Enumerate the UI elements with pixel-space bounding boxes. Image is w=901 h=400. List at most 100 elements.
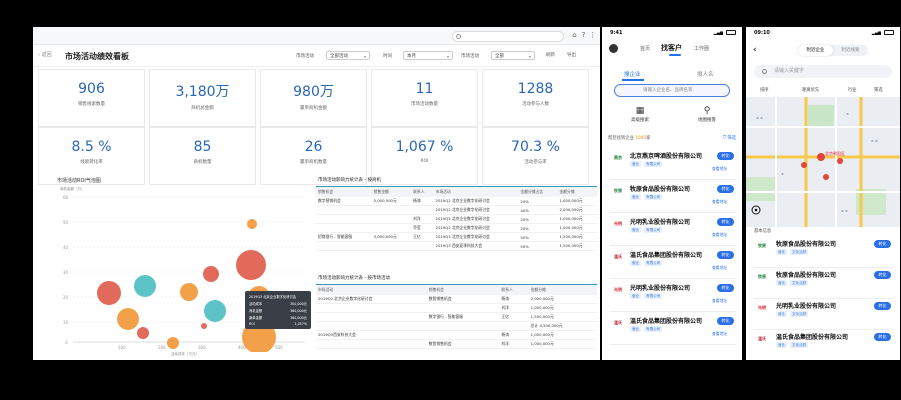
tab-find-customers[interactable]: 找客户	[661, 43, 682, 53]
bubble[interactable]	[117, 308, 139, 330]
tab-work-circle[interactable]: 工作圈	[694, 45, 709, 52]
list-item[interactable]: 光明 光明乳业股份有限公司 营业 有限公司 转化 查看地址	[602, 280, 742, 312]
convert-button[interactable]: 转化	[717, 317, 734, 325]
kpi-card: 3,180万 商机总金额	[149, 69, 256, 127]
refresh-button[interactable]: 刷新	[546, 52, 555, 58]
kpi-value: 70.3 %	[511, 139, 560, 155]
company-name: 光明乳业股份有限公司	[776, 303, 837, 310]
bubble[interactable]	[203, 266, 219, 282]
more-icon[interactable]: ⋮	[588, 31, 597, 40]
list-item[interactable]: 温氏 温氏食品集团股份有限公司 营业 有限公司 转化 查看地址	[602, 313, 742, 345]
company-logo: 牧原	[758, 274, 766, 279]
help-icon[interactable]: ?	[579, 31, 588, 40]
tab-nearby-leads[interactable]: 附近线索	[833, 45, 868, 56]
export-button[interactable]: 导出	[567, 52, 576, 58]
bubble[interactable]	[167, 337, 179, 349]
time-select[interactable]: 本月 ▾	[403, 51, 453, 60]
list-item[interactable]: 燕京 北京燕京啤酒股份有限公司 营业 有限公司 转化 查看地址	[602, 148, 742, 180]
svg-text:40: 40	[63, 245, 69, 250]
convert-button[interactable]: 转化	[717, 152, 734, 160]
table-row[interactable]: 刘洋 1,000,000元	[316, 303, 597, 313]
convert-button[interactable]: 转化	[717, 284, 734, 292]
list-item[interactable]: 牧原 牧原食品股份有限公司 营业 文化活跃 转化	[746, 236, 900, 268]
activity-select-2[interactable]: 全部 ▾	[491, 51, 535, 60]
home-icon[interactable]: ⌂	[570, 31, 579, 40]
view-address-link[interactable]: 查看地址	[712, 331, 727, 337]
convert-button[interactable]: 转化	[874, 271, 891, 279]
search-icon	[456, 34, 461, 39]
bubble[interactable]	[247, 219, 257, 229]
global-search-input[interactable]	[452, 31, 564, 42]
table-row[interactable]: 数字银行 - 智能客服 王亿 1,500,000元	[316, 312, 597, 322]
location-pin[interactable]	[817, 153, 825, 161]
bubble[interactable]	[97, 281, 121, 305]
list-item[interactable]: 光明 光明乳业股份有限公司 营业 有限公司 转化 查看地址	[602, 214, 742, 246]
tab-nearby-companies[interactable]: 附近企业	[798, 45, 833, 56]
list-item[interactable]: 光明 光明乳业股份有限公司 营业 文化活跃 转化	[746, 298, 900, 330]
keyword-search-input[interactable]: 请输入关键字	[754, 65, 892, 78]
table-row[interactable]: 2019Q2 北京企业数字化研讨会 数智销售机会 杨涛 2,000,000元	[316, 295, 597, 304]
convert-button[interactable]: 转化	[717, 218, 734, 226]
advanced-search-button[interactable]: ▦ 高级搜索	[625, 105, 655, 123]
tooltip-row: 活动成本 300,000元	[249, 302, 307, 306]
company-search-input[interactable]: 请输入企业名、品牌名等	[614, 84, 730, 97]
convert-button[interactable]: 转化	[717, 251, 734, 259]
tab-search-company[interactable]: 搜企业	[624, 70, 641, 78]
location-pin[interactable]	[823, 174, 829, 180]
list-item[interactable]: 牧原 牧原食品股份有限公司 营业 文化活跃 转化	[746, 267, 900, 299]
list-item[interactable]: 温氏 温氏食品集团股份有限公司 营业 文化活跃 转化	[746, 329, 900, 360]
data-table: 市场活动 销售机会 联系人 金额分摊 2019Q2 北京企业数字化研讨会 数智销售…	[316, 285, 597, 349]
bubble[interactable]	[137, 327, 149, 339]
list-item[interactable]: 温氏 温氏食品集团股份有限公司 营业 有限公司 转化 查看地址	[602, 247, 742, 279]
convert-button[interactable]: 转化	[874, 240, 891, 248]
quick-actions: ▦ 高级搜索 ⚲ 地图搜客	[602, 105, 742, 129]
svg-text:20: 20	[63, 295, 69, 300]
table-row[interactable]: 招商银行 - 智能客服 3,000,000元 王亿 2019Q3 北京企业数字化研讨会…	[316, 232, 597, 242]
filter-button[interactable]: 筛选	[874, 87, 883, 93]
kpi-value: 26	[304, 139, 323, 155]
table-row[interactable]: 刘洋 2019Q2 北京企业数字化研讨会 20% 1,000,000元	[316, 214, 597, 224]
activity-select[interactable]: 全部活动 ▾	[326, 51, 370, 60]
bubble[interactable]	[180, 283, 198, 301]
svg-text:▪ ▪: ▪ ▪	[871, 138, 878, 143]
table-row[interactable]: 数字营销机会 5,000,000元 杨涛 2019Q2 北京企业数字化研讨会 20% 1,…	[316, 197, 597, 206]
bubble[interactable]	[204, 300, 226, 322]
tab-home[interactable]: 首页	[640, 45, 650, 52]
avatar[interactable]	[609, 44, 618, 53]
kpi-value: 3,180万	[175, 84, 230, 100]
company-logo: 燕京	[614, 155, 622, 160]
tab-search-person[interactable]: 搜人名	[697, 70, 714, 78]
table-row[interactable]: 2019Q3西安科技大会 杨涛 1,000,000元	[316, 330, 597, 340]
top-tabs: 首页 找客户 工作圈	[602, 43, 742, 57]
view-address-link[interactable]: 查看地址	[712, 298, 727, 304]
bubbles[interactable]	[97, 219, 276, 354]
back-button[interactable]: ‹ 返回	[38, 51, 52, 58]
industry-dropdown[interactable]: 行业	[848, 87, 857, 93]
location-pin[interactable]	[801, 162, 807, 168]
tag: 有限公司	[644, 194, 663, 200]
view-address-link[interactable]: 查看地址	[712, 199, 727, 205]
bubble[interactable]	[201, 323, 207, 329]
bubble[interactable]	[236, 250, 266, 280]
view-address-link[interactable]: 查看地址	[712, 166, 727, 172]
convert-button[interactable]: 转化	[874, 333, 891, 341]
bubble[interactable]	[134, 275, 156, 297]
view-address-link[interactable]: 查看地址	[712, 265, 727, 271]
distance-dropdown[interactable]: 距离优先	[802, 87, 819, 93]
view-address-link[interactable]: 查看地址	[712, 232, 727, 238]
svg-text:60: 60	[63, 195, 69, 200]
list-item[interactable]: 牧原 牧原食品股份有限公司 营业 有限公司 转化 查看地址	[602, 181, 742, 213]
map-search-button[interactable]: ⚲ 地图搜客	[692, 105, 722, 123]
back-icon[interactable]: ‹	[753, 45, 757, 55]
table-row[interactable]: 总计 4,500,000元	[316, 321, 597, 331]
location-pin[interactable]	[837, 158, 843, 164]
table-row[interactable]: 2019Q3 西安夏季科技大会 50% 1,500,000元	[316, 241, 597, 251]
table-row[interactable]: 2019Q2 北京企业数字化研讨会 40% 2,000,000元	[316, 205, 597, 215]
table-row[interactable]: 数智销售机会 刘洋 1,000,000元	[316, 339, 597, 349]
sort-dropdown[interactable]: 排序	[760, 87, 769, 93]
convert-button[interactable]: 转化	[874, 302, 891, 310]
convert-button[interactable]: 转化	[717, 185, 734, 193]
filter-button[interactable]: ⛉ 筛选	[723, 135, 736, 141]
map-view[interactable]: ▪ ▪ ▪ ▪ ▪ ▪ ▪ ▪ 北京朝阳区	[746, 97, 900, 227]
table-row[interactable]: 乔莹 2019Q2 北京企业数字化研讨会 20% 1,000,000元	[316, 223, 597, 233]
